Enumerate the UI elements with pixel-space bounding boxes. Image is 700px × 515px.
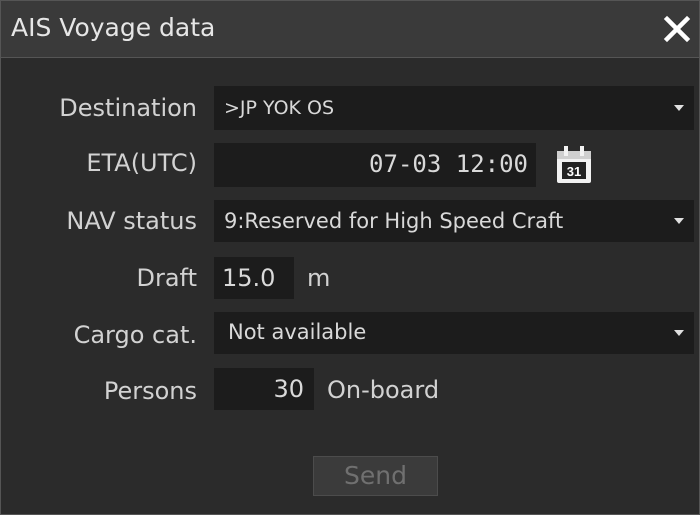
draft-label: Draft xyxy=(136,264,198,292)
dialog-title: AIS Voyage data xyxy=(11,13,216,42)
eta-label: ETA(UTC) xyxy=(86,149,197,177)
calendar-button[interactable]: 31 xyxy=(551,141,597,189)
nav-status-label: NAV status xyxy=(66,207,197,235)
calendar-day: 31 xyxy=(567,164,581,179)
close-button[interactable] xyxy=(655,7,699,51)
cargo-dropdown[interactable]: Not available xyxy=(214,312,694,354)
destination-value: >JP YOK OS xyxy=(224,97,335,119)
draft-unit: m xyxy=(307,264,331,292)
draft-input[interactable]: 15.0 xyxy=(214,257,294,299)
calendar-icon: 31 xyxy=(557,146,591,183)
chevron-down-icon xyxy=(664,86,694,130)
chevron-down-icon xyxy=(664,312,694,354)
chevron-down-icon xyxy=(664,200,694,242)
close-icon xyxy=(663,15,691,43)
nav-status-value: 9:Reserved for High Speed Craft xyxy=(224,209,564,233)
persons-label: Persons xyxy=(103,377,197,405)
persons-value: 30 xyxy=(273,375,304,403)
title-bar: AIS Voyage data xyxy=(1,1,699,58)
cargo-label: Cargo cat. xyxy=(73,321,197,349)
ais-voyage-dialog: AIS Voyage data Destination >JP YOK OS E… xyxy=(0,0,700,515)
eta-value: 07-03 12:00 xyxy=(369,150,528,178)
eta-field[interactable]: 07-03 12:00 xyxy=(214,143,536,187)
send-button[interactable]: Send xyxy=(313,456,438,496)
destination-dropdown[interactable]: >JP YOK OS xyxy=(214,86,694,130)
destination-label: Destination xyxy=(59,94,197,122)
nav-status-dropdown[interactable]: 9:Reserved for High Speed Craft xyxy=(214,200,694,242)
draft-value: 15.0 xyxy=(222,264,276,292)
persons-suffix: On-board xyxy=(327,376,440,404)
cargo-value: Not available xyxy=(228,320,367,344)
persons-input[interactable]: 30 xyxy=(214,368,314,410)
